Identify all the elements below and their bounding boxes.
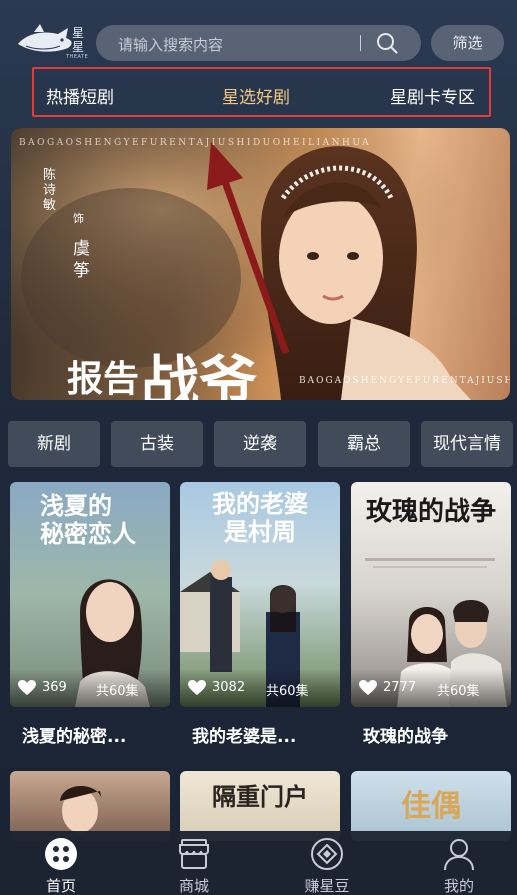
drama-title[interactable]: 我的老婆是... xyxy=(192,722,352,747)
episode-count: 共60集 xyxy=(437,684,480,699)
bottom-navigation: 首页 商城 赚星豆 我的 xyxy=(0,831,517,895)
banner-top-text: BAOGAOSHENGYEFURENTAJIUSHIDUOHEILIANHUA xyxy=(19,138,372,148)
search-bar[interactable]: 请输入搜索内容 xyxy=(96,25,421,61)
drama-card[interactable]: 玫瑰的战争 2777 共60集 xyxy=(351,482,511,707)
nav-earn-beans-label: 赚星豆 xyxy=(304,877,350,895)
search-divider xyxy=(360,35,361,51)
genre-chip-new[interactable]: 新剧 xyxy=(8,421,100,467)
tab-star-card-zone[interactable]: 星剧卡专区 xyxy=(390,83,475,108)
poster-title-line2: 是村周 xyxy=(224,517,296,546)
filter-button[interactable]: 筛选 xyxy=(431,25,504,61)
card-stats: 3082 共60集 xyxy=(180,669,340,707)
episode-count: 共60集 xyxy=(96,684,139,699)
nav-profile-label: 我的 xyxy=(443,877,474,895)
genre-chip-ceo[interactable]: 霸总 xyxy=(318,421,410,467)
heart-icon xyxy=(18,680,36,695)
logo-text: 星星 xyxy=(72,26,85,54)
profile-icon xyxy=(444,839,474,871)
genre-chip-comeback[interactable]: 逆袭 xyxy=(214,421,306,467)
nav-shop[interactable]: 商城 xyxy=(144,831,244,895)
diamond-icon xyxy=(311,838,343,870)
tab-star-picks[interactable]: 星选好剧 xyxy=(222,83,290,108)
like-count: 3082 xyxy=(212,680,246,695)
banner-cast-name: 陈诗敏 xyxy=(43,168,57,213)
poster-title: 佳偶 xyxy=(401,789,461,824)
search-icon[interactable] xyxy=(375,31,399,55)
nav-earn-beans[interactable]: 赚星豆 xyxy=(277,831,377,895)
card-stats: 2777 共60集 xyxy=(351,669,511,707)
drama-title[interactable]: 玫瑰的战争 xyxy=(363,722,517,747)
featured-banner[interactable]: BAOGAOSHENGYEFURENTAJIUSHIDUOHEILIANHUA … xyxy=(11,128,510,400)
nav-profile[interactable]: 我的 xyxy=(409,831,509,895)
poster-title-line2: 秘密恋人 xyxy=(40,519,136,548)
poster-title-line1: 我的老婆 xyxy=(212,489,308,518)
genre-chip-modern-romance[interactable]: 现代言情 xyxy=(421,421,513,467)
banner-title-part2: 战爷 xyxy=(141,349,258,400)
header: 星星 THEATE 请输入搜索内容 筛选 xyxy=(0,0,517,64)
drama-title[interactable]: 浅夏的秘密... xyxy=(22,722,182,747)
logo-subtext: THEATE xyxy=(66,54,89,60)
poster-title: 隔重门户 xyxy=(212,782,308,811)
drama-card[interactable]: 浅夏的 秘密恋人 369 共60集 xyxy=(10,482,170,707)
tab-hot-dramas[interactable]: 热播短剧 xyxy=(46,83,114,108)
banner-role-word: 饰 xyxy=(73,212,84,225)
app-logo[interactable]: 星星 THEATE xyxy=(16,20,92,60)
category-tabs: 热播短剧 星选好剧 星剧卡专区 xyxy=(32,67,491,117)
heart-icon xyxy=(359,680,377,695)
banner-character-name: 虞筝 xyxy=(73,239,90,281)
shop-icon xyxy=(179,839,209,869)
banner-subtitle: BAOGAOSHENGYEFURENTAJIUSHI xyxy=(299,376,510,386)
home-icon xyxy=(45,838,77,870)
nav-home[interactable]: 首页 xyxy=(11,831,111,895)
banner-title-part1: 报告 xyxy=(67,358,140,400)
heart-icon xyxy=(188,680,206,695)
poster-title-line1: 玫瑰的战争 xyxy=(365,497,496,527)
episode-count: 共60集 xyxy=(266,684,309,699)
like-count: 369 xyxy=(42,680,67,695)
search-input[interactable]: 请输入搜索内容 xyxy=(118,34,223,55)
nav-shop-label: 商城 xyxy=(178,877,209,895)
poster-title-line1: 浅夏的 xyxy=(40,491,112,520)
like-count: 2777 xyxy=(383,680,417,695)
drama-card[interactable]: 我的老婆 是村周 3082 共60集 xyxy=(180,482,340,707)
genre-chip-costume[interactable]: 古装 xyxy=(111,421,203,467)
card-stats: 369 共60集 xyxy=(10,669,170,707)
nav-home-label: 首页 xyxy=(45,877,76,895)
